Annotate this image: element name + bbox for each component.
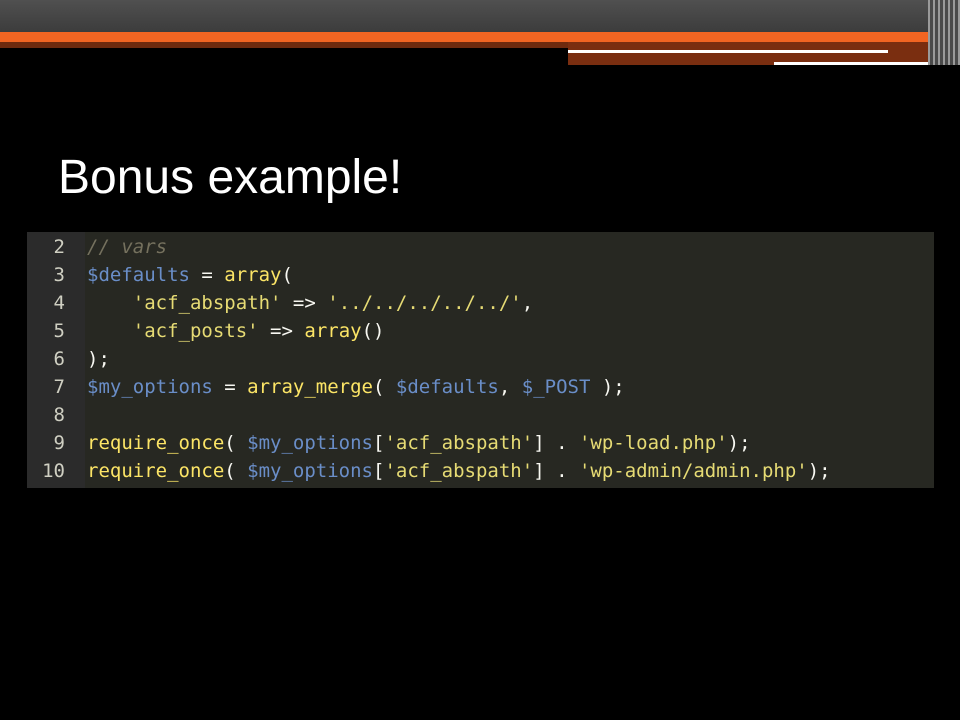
line-number: 5: [53, 320, 65, 342]
line-number: 7: [53, 376, 65, 398]
line-number: 10: [42, 460, 65, 482]
code-line: 'acf_abspath' => '../../../../../',: [87, 289, 934, 317]
code-token: 'acf_abspath': [384, 432, 534, 454]
code-token: ] .: [533, 460, 579, 482]
code-line: $defaults = array(: [87, 261, 934, 289]
code-token: ] .: [533, 432, 579, 454]
code-token: 'acf_abspath': [132, 292, 282, 314]
accent-stripe: [0, 32, 960, 42]
code-token: require_once: [87, 432, 225, 454]
code-token: $defaults: [395, 376, 499, 398]
code-token: );: [807, 460, 831, 482]
line-number: 4: [53, 292, 65, 314]
decorative-line: [568, 50, 888, 53]
code-line: // vars: [87, 233, 934, 261]
decorative-line: [774, 62, 942, 65]
code-token: array: [224, 264, 282, 286]
code-token: 'acf_posts': [132, 320, 259, 342]
slide: Bonus example! 2 3 4 5 6 7 8 9 10 // vars $defaul…: [0, 0, 960, 720]
code-token: (): [361, 320, 385, 342]
code-token: $_POST: [521, 376, 591, 398]
code-token: );: [87, 348, 110, 370]
code-token: ,: [498, 376, 522, 398]
code-token: (: [224, 460, 248, 482]
decorative-stripes: [928, 0, 960, 65]
slide-title: Bonus example!: [58, 151, 403, 204]
code-token: (: [281, 264, 293, 286]
code-line: 'acf_posts' => array(): [87, 317, 934, 345]
code-token: =: [189, 264, 225, 286]
code-token: (: [224, 432, 248, 454]
code-token: =>: [281, 292, 328, 314]
code-line: $my_options = array_merge( $defaults, $_…: [87, 373, 934, 401]
code-token: =>: [258, 320, 305, 342]
code-token: [: [373, 460, 385, 482]
code-token: '../../../../../': [327, 292, 522, 314]
accent-stripe-dark: [0, 42, 568, 48]
code-token: ,: [521, 292, 534, 314]
line-number: 6: [53, 348, 65, 370]
code-token: $my_options: [247, 460, 374, 482]
line-number: 3: [53, 264, 65, 286]
code-token: array: [304, 320, 362, 342]
header-bar: [0, 0, 960, 32]
code-token: 'acf_abspath': [384, 460, 534, 482]
line-number: 2: [53, 236, 65, 258]
code-line: require_once( $my_options['acf_abspath']…: [87, 457, 934, 485]
code-token: [: [373, 432, 385, 454]
code-line: );: [87, 345, 934, 373]
code-token: $defaults: [87, 264, 190, 286]
code-token: 'wp-load.php': [578, 432, 728, 454]
line-number: 8: [53, 404, 65, 426]
code-line: require_once( $my_options['acf_abspath']…: [87, 429, 934, 457]
line-number: 9: [53, 432, 65, 454]
code-token: =: [212, 376, 248, 398]
code-token: );: [590, 376, 625, 398]
code-token: 'wp-admin/admin.php': [578, 460, 808, 482]
code-token: // vars: [87, 236, 168, 258]
code-token: $my_options: [247, 432, 374, 454]
code-token: );: [727, 432, 751, 454]
code-token: (: [373, 376, 396, 398]
code-lines: // vars $defaults = array( 'acf_abspath' …: [85, 232, 934, 488]
code-token: array_merge: [247, 376, 374, 398]
line-number-gutter: 2 3 4 5 6 7 8 9 10: [27, 232, 85, 488]
code-block: 2 3 4 5 6 7 8 9 10 // vars $defaults = array( 'ac…: [27, 232, 934, 488]
code-token: require_once: [87, 460, 225, 482]
code-token: $my_options: [87, 376, 213, 398]
